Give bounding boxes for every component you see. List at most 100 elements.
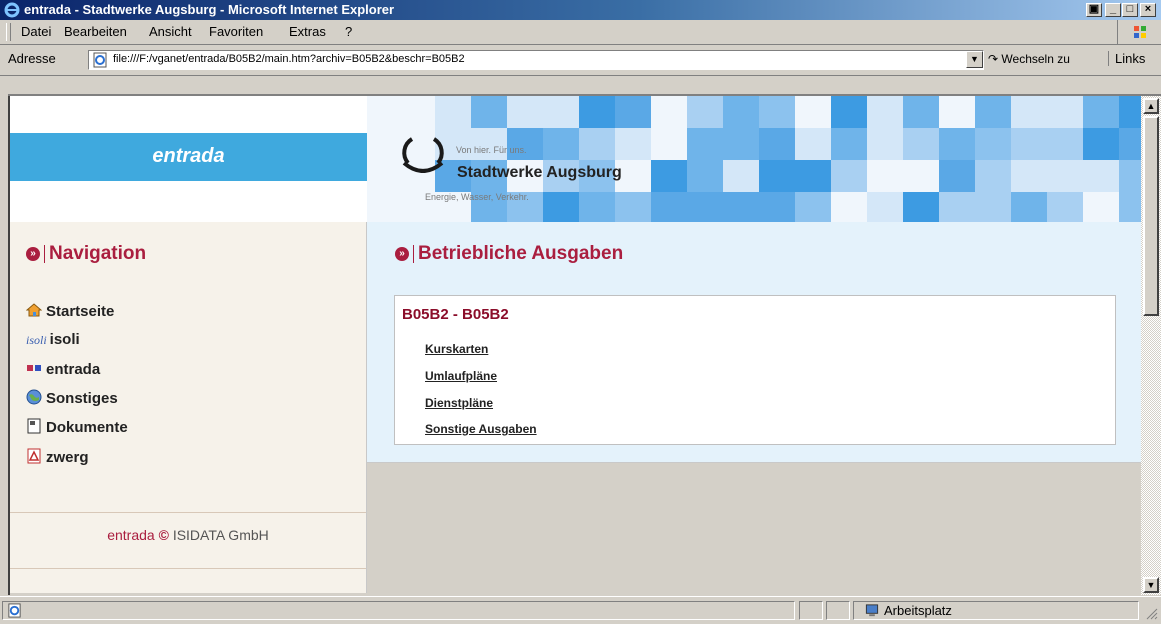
vertical-scrollbar[interactable]: ▲ ▼: [1141, 96, 1161, 595]
menu-extras[interactable]: Extras: [289, 24, 326, 39]
page-icon: [93, 52, 107, 68]
banner-tile: [795, 192, 831, 222]
status-pane-1: [799, 601, 823, 620]
menu-help[interactable]: ?: [345, 24, 352, 39]
footer-divider: [10, 512, 366, 513]
banner-tile: [723, 192, 759, 222]
main-heading-text: Betriebliche Ausgaben: [418, 243, 624, 264]
nav-item-label: entrada: [46, 361, 101, 378]
swa-logo-icon: [402, 137, 444, 173]
section-arrow-icon: »: [395, 247, 409, 261]
footer-brand: entrada: [107, 527, 155, 543]
logo-subline: Energie, Wasser, Verkehr.: [425, 192, 529, 202]
home-icon: [26, 303, 42, 317]
nav-item-entrada[interactable]: entrada: [26, 360, 100, 378]
nav-item-isoli[interactable]: isoli isoli: [26, 331, 80, 348]
app-name: entrada: [152, 145, 225, 167]
status-zone-label: Arbeitsplatz: [884, 603, 952, 618]
scroll-thumb[interactable]: [1143, 116, 1159, 316]
windows-logo-icon: [1134, 26, 1146, 38]
banner-tile: [759, 192, 795, 222]
copyright-icon: ©: [158, 527, 169, 543]
nav-item-sonstiges[interactable]: Sonstiges: [26, 389, 118, 407]
pdf-icon: [27, 448, 41, 464]
header-left-top: [10, 96, 367, 133]
links-button[interactable]: Links: [1108, 51, 1145, 66]
status-main-pane: [2, 601, 795, 620]
address-toolbar: Adresse file:///F:/vganet/entrada/B05B2/…: [0, 45, 1161, 76]
nav-item-dokumente[interactable]: Dokumente: [26, 418, 128, 436]
banner-tile: [867, 192, 903, 222]
windows-throbber: [1117, 20, 1161, 44]
banner-tile: [1011, 192, 1047, 222]
menu-ansicht[interactable]: Ansicht: [149, 24, 192, 39]
menu-datei[interactable]: Datei: [21, 24, 51, 39]
navigation-heading: » Navigation: [26, 243, 146, 265]
banner-tile: [831, 192, 867, 222]
address-label: Adresse: [8, 51, 56, 66]
isoli-logo-icon: isoli: [26, 333, 47, 347]
entrada-logo-icon: [27, 365, 41, 371]
scroll-down-button[interactable]: ▼: [1143, 577, 1159, 593]
globe-icon: [26, 389, 42, 405]
app-name-bar: entrada: [10, 133, 367, 181]
address-url: file:///F:/vganet/entrada/B05B2/main.htm…: [113, 53, 465, 65]
maximize-button[interactable]: □: [1122, 3, 1138, 17]
heading-separator: [413, 245, 414, 263]
nav-item-label: isoli: [49, 331, 80, 348]
archive-title: B05B2 - B05B2: [402, 306, 509, 323]
menu-bearbeiten[interactable]: Bearbeiten: [64, 24, 127, 39]
header-left-bottom: [10, 181, 367, 222]
scroll-up-button[interactable]: ▲: [1143, 98, 1159, 114]
nav-item-label: Startseite: [46, 303, 115, 320]
document-icon: [27, 418, 41, 434]
link-umlaufplaene[interactable]: Umlaufpläne: [425, 369, 497, 383]
restore-toolbar-icon[interactable]: ▣: [1086, 3, 1102, 17]
navigation-panel: » Navigation Startseite isoli isoli entrad…: [10, 222, 367, 593]
logo-banner: Von hier. Für uns. Stadtwerke Augsburg E…: [367, 96, 1141, 222]
link-kurskarten[interactable]: Kurskarten: [425, 342, 488, 356]
banner-tile: [687, 192, 723, 222]
logo-name: Stadtwerke Augsburg: [457, 164, 622, 181]
go-label: Wechseln zu: [1001, 52, 1070, 66]
viewport-left-edge: [8, 96, 10, 595]
status-pane-2: [826, 601, 850, 620]
close-button[interactable]: ×: [1140, 3, 1156, 17]
nav-item-label: zwerg: [46, 449, 89, 466]
resize-grip[interactable]: [1143, 605, 1159, 621]
go-button[interactable]: ↷ Wechseln zu: [988, 52, 1070, 66]
heading-separator: [44, 245, 45, 263]
nav-footer: entrada © ISIDATA GmbH: [10, 527, 366, 543]
address-input[interactable]: file:///F:/vganet/entrada/B05B2/main.htm…: [88, 50, 984, 70]
banner-tile: [1047, 192, 1083, 222]
footer-company: ISIDATA GmbH: [172, 527, 269, 543]
menu-grip: [6, 23, 11, 41]
menu-bar: Datei Bearbeiten Ansicht Favoriten Extra…: [0, 20, 1161, 45]
nav-item-zwerg[interactable]: zwerg: [26, 448, 89, 466]
minimize-button[interactable]: _: [1105, 3, 1121, 17]
window-title-bar[interactable]: entrada - Stadtwerke Augsburg - Microsof…: [0, 0, 1161, 20]
computer-icon: [865, 604, 879, 617]
main-heading: » Betriebliche Ausgaben: [395, 243, 623, 265]
link-sonstige-ausgaben[interactable]: Sonstige Ausgaben: [425, 422, 537, 436]
status-zone-pane: Arbeitsplatz: [853, 601, 1139, 620]
nav-item-startseite[interactable]: Startseite: [26, 302, 114, 320]
go-arrow-icon: ↷: [988, 52, 999, 66]
nav-item-label: Dokumente: [46, 419, 128, 436]
banner-tile: [615, 192, 651, 222]
banner-tile: [975, 192, 1011, 222]
banner-tile: [579, 192, 615, 222]
archive-box: B05B2 - B05B2 Kurskarten Umlaufpläne Die…: [394, 295, 1116, 445]
menu-favoriten[interactable]: Favoriten: [209, 24, 263, 39]
banner-tile: [939, 192, 975, 222]
internet-explorer-icon: [4, 2, 20, 18]
link-dienstplaene[interactable]: Dienstpläne: [425, 396, 493, 410]
address-dropdown-button[interactable]: ▼: [966, 51, 983, 68]
footer-divider-bottom: [10, 568, 366, 569]
banner-tile: [1119, 192, 1141, 222]
status-bar: Arbeitsplatz: [0, 596, 1161, 624]
banner-tile: [903, 192, 939, 222]
window-title: entrada - Stadtwerke Augsburg - Microsof…: [24, 2, 395, 17]
main-content: » Betriebliche Ausgaben B05B2 - B05B2 Kur…: [367, 222, 1141, 463]
nav-item-label: Sonstiges: [46, 390, 118, 407]
